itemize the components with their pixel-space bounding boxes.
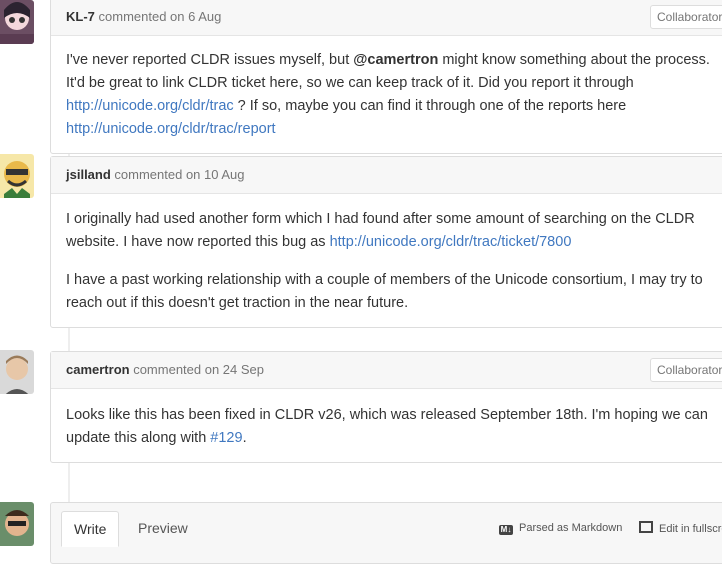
comment-composer: Write Preview M↓ Parsed as Markdown Edit … bbox=[50, 502, 722, 564]
comment-paragraph: I originally had used another form which… bbox=[66, 208, 722, 254]
comment-header: jsilland commented on 10 Aug bbox=[51, 157, 722, 194]
comment-paragraph: Looks like this has been fixed in CLDR v… bbox=[66, 404, 722, 450]
comment-body: I originally had used another form which… bbox=[51, 194, 722, 327]
comment-text: . bbox=[242, 430, 247, 446]
avatar-image bbox=[0, 0, 34, 44]
avatar-image bbox=[0, 350, 34, 394]
comment-header: KL-7 commented on 6 Aug Collaborator bbox=[51, 0, 722, 36]
comment-body: I've never reported CLDR issues myself, … bbox=[51, 36, 722, 153]
collaborator-badge: Collaborator bbox=[650, 5, 722, 29]
markdown-icon: M↓ bbox=[499, 525, 513, 535]
user-mention[interactable]: @camertron bbox=[353, 52, 438, 68]
avatar-camertron[interactable] bbox=[0, 350, 34, 394]
comment-text: ? If so, maybe you can find it through o… bbox=[233, 98, 627, 114]
markdown-help[interactable]: M↓ Parsed as Markdown bbox=[499, 521, 622, 535]
avatar-image bbox=[0, 154, 34, 198]
comment-body: Looks like this has been fixed in CLDR v… bbox=[51, 389, 722, 462]
cldr-trac-link[interactable]: http://unicode.org/cldr/trac bbox=[66, 98, 234, 114]
comment-meta[interactable]: commented on 6 Aug bbox=[99, 9, 222, 24]
comment-paragraph: I've never reported CLDR issues myself, … bbox=[66, 49, 722, 141]
avatar-jsilland[interactable] bbox=[0, 154, 34, 198]
avatar-current-user[interactable] bbox=[0, 502, 34, 546]
comment-author[interactable]: camertron bbox=[66, 362, 130, 377]
comment-author[interactable]: KL-7 bbox=[66, 9, 95, 24]
fullscreen-button[interactable]: Edit in fullscreen bbox=[639, 521, 722, 536]
collaborator-badge: Collaborator bbox=[650, 358, 722, 382]
comment-text: Looks like this has been fixed in CLDR v… bbox=[66, 407, 708, 446]
cldr-report-link[interactable]: http://unicode.org/cldr/trac/report bbox=[66, 121, 276, 137]
avatar-image bbox=[0, 502, 34, 546]
avatar-kl-7[interactable] bbox=[0, 0, 34, 44]
comment-header: camertron commented on 24 Sep Collaborat… bbox=[51, 352, 722, 389]
comment-meta[interactable]: commented on 10 Aug bbox=[114, 167, 244, 182]
tab-preview[interactable]: Preview bbox=[126, 511, 200, 545]
comment-meta[interactable]: commented on 24 Sep bbox=[133, 362, 264, 377]
markdown-label: Parsed as Markdown bbox=[519, 522, 623, 534]
comment-kl-7: KL-7 commented on 6 Aug Collaborator I'v… bbox=[50, 0, 722, 154]
comment-text: I've never reported CLDR issues myself, … bbox=[66, 52, 354, 68]
issue-link[interactable]: #129 bbox=[210, 430, 242, 446]
fullscreen-icon bbox=[639, 521, 653, 533]
comment-author[interactable]: jsilland bbox=[66, 167, 111, 182]
comment-paragraph: I have a past working relationship with … bbox=[66, 272, 703, 311]
cldr-ticket-link[interactable]: http://unicode.org/cldr/trac/ticket/7800 bbox=[330, 234, 572, 250]
comment-camertron: camertron commented on 24 Sep Collaborat… bbox=[50, 351, 722, 463]
comment-jsilland: jsilland commented on 10 Aug I originall… bbox=[50, 156, 722, 328]
fullscreen-label: Edit in fullscreen bbox=[659, 523, 722, 535]
